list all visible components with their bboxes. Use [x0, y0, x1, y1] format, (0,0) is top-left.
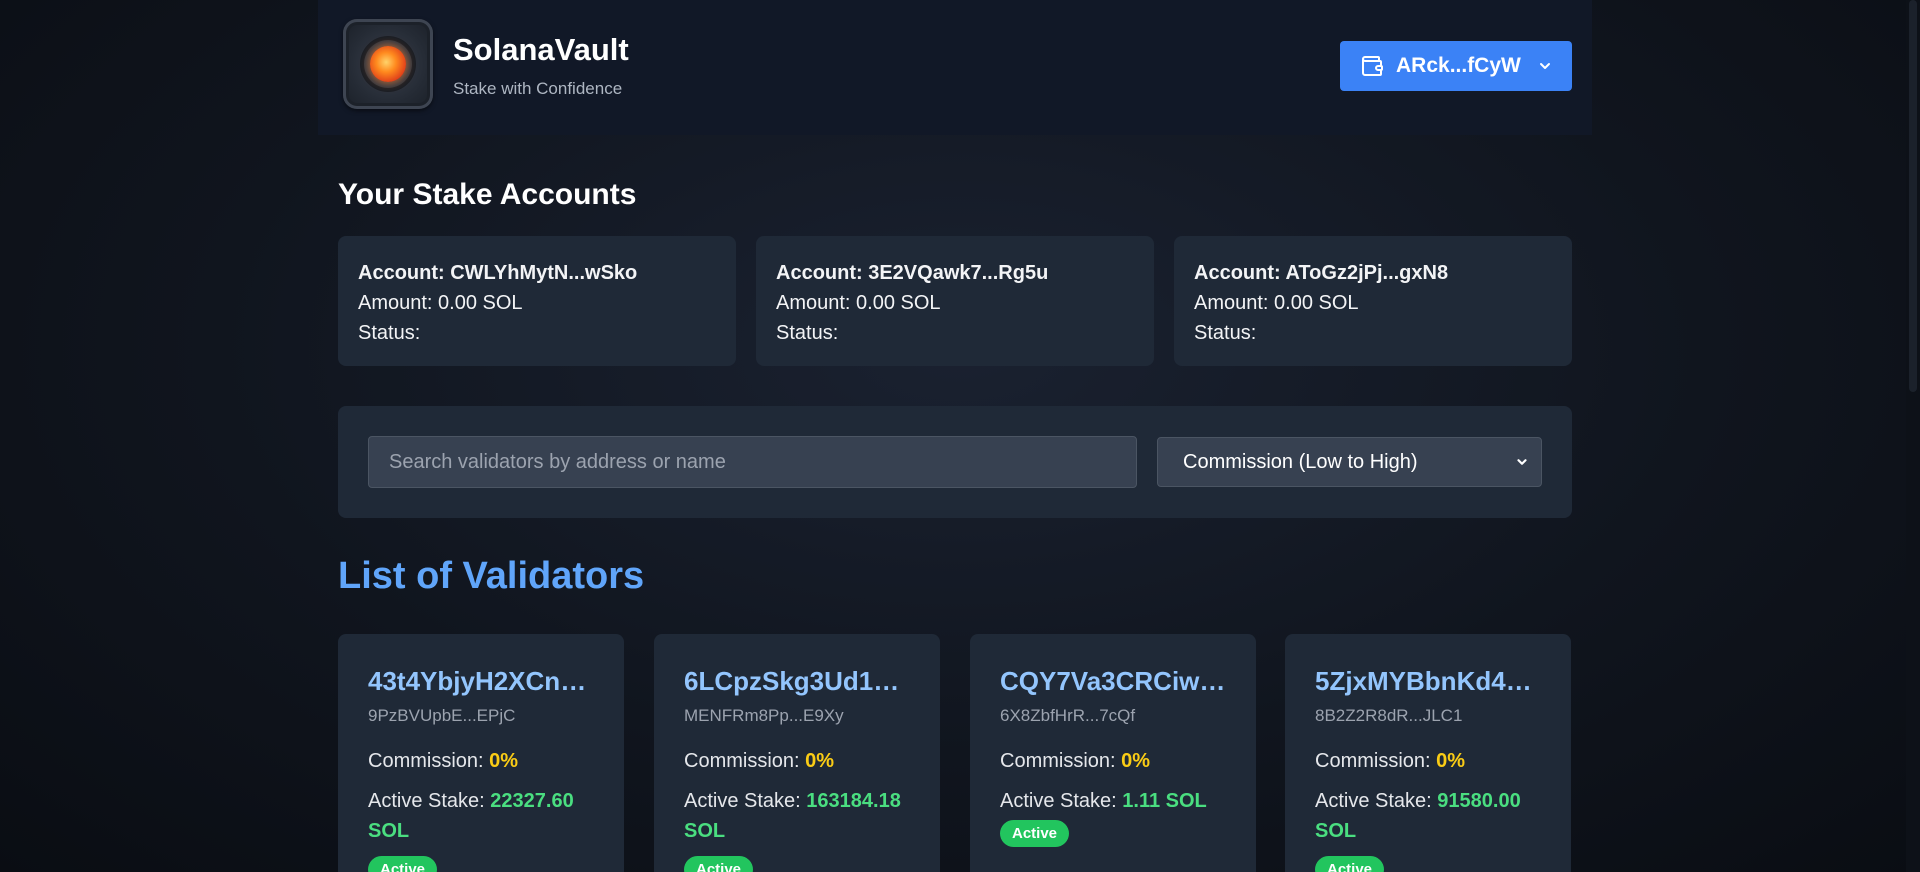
validator-vote-account: 8B2Z2R8dR...JLC1	[1315, 706, 1463, 725]
stake-account-card: Account: 3E2VQawk7...Rg5u Amount: 0.00 S…	[756, 236, 1154, 366]
app-title: SolanaVault	[453, 32, 629, 67]
validator-search-input[interactable]	[368, 436, 1137, 488]
validator-name[interactable]: 6LCpzSkg3Ud1PJdrqtfNz	[684, 664, 910, 698]
sort-selected-value: Commission (Low to High)	[1183, 450, 1418, 473]
chevron-down-icon	[1517, 459, 1527, 465]
validator-vote-account: 9PzBVUpbE...EPjC	[368, 706, 516, 725]
sort-select[interactable]: Commission (Low to High)	[1157, 437, 1542, 487]
wallet-icon	[1362, 56, 1383, 76]
validator-name[interactable]: 5ZjxMYBbnKd4nTvGh1Lc	[1315, 664, 1541, 698]
validator-vote-account: 6X8ZbfHrR...7cQf	[1000, 706, 1136, 725]
stake-account-amount: Amount: 0.00 SOL	[1194, 292, 1359, 314]
header: SolanaVault Stake with Confidence ARck..…	[318, 0, 1592, 135]
stake-account-address: Account: 3E2VQawk7...Rg5u	[776, 262, 1049, 284]
status-badge: Active	[684, 856, 754, 872]
scrollbar-thumb[interactable]	[1909, 0, 1917, 392]
status-badge: Active	[1315, 856, 1385, 872]
validator-commission: Commission: 0%	[1315, 750, 1466, 772]
validator-card[interactable]: 5ZjxMYBbnKd4nTvGh1Lc 8B2Z2R8dR...JLC1 Co…	[1285, 634, 1571, 872]
stake-account-card: Account: AToGz2jPj...gxN8 Amount: 0.00 S…	[1174, 236, 1572, 366]
stake-account-status: Status:	[1194, 322, 1257, 344]
validator-commission: Commission: 0%	[368, 750, 519, 772]
validator-commission: Commission: 0%	[684, 750, 835, 772]
validator-vote-account: MENFRm8Pp...E9Xy	[684, 706, 844, 725]
validator-commission: Commission: 0%	[1000, 750, 1151, 772]
stake-account-amount: Amount: 0.00 SOL	[776, 292, 941, 314]
chevron-down-icon	[1539, 63, 1550, 69]
stake-account-address: Account: CWLYhMytN...wSko	[358, 262, 638, 284]
stake-accounts-title: Your Stake Accounts	[338, 178, 637, 211]
stake-account-address: Account: AToGz2jPj...gxN8	[1194, 262, 1449, 284]
stake-account-status: Status:	[776, 322, 839, 344]
validators-title: List of Validators	[338, 555, 645, 597]
validator-card[interactable]: 43t4YbjyH2XCnZqhF9zkk 9PzBVUpbE...EPjC C…	[338, 634, 624, 872]
stake-account-status: Status:	[358, 322, 421, 344]
scrollbar[interactable]	[1906, 0, 1920, 872]
validator-name[interactable]: CQY7Va3CRCiwSXn2pP5b	[1000, 664, 1226, 698]
page: SolanaVault Stake with Confidence ARck..…	[0, 0, 1920, 872]
status-badge: Active	[368, 856, 438, 872]
logo-icon	[343, 19, 433, 109]
wallet-button[interactable]: ARck...fCyW	[1340, 41, 1572, 91]
status-badge: Active	[1000, 820, 1070, 847]
validator-card[interactable]: 6LCpzSkg3Ud1PJdrqtfNz MENFRm8Pp...E9Xy C…	[654, 634, 940, 872]
validator-active-stake: Active Stake: 1.11 SOL	[1000, 790, 1207, 812]
validator-name[interactable]: 43t4YbjyH2XCnZqhF9zkk	[368, 664, 594, 698]
validator-active-stake: Active Stake: 91580.00 SOL	[1315, 790, 1521, 842]
app-subtitle: Stake with Confidence	[453, 79, 623, 98]
validator-active-stake: Active Stake: 22327.60 SOL	[368, 790, 574, 842]
validator-card[interactable]: CQY7Va3CRCiwSXn2pP5b 6X8ZbfHrR...7cQf Co…	[970, 634, 1256, 872]
filter-panel: Commission (Low to High)	[338, 406, 1572, 518]
stake-account-amount: Amount: 0.00 SOL	[358, 292, 523, 314]
wallet-address: ARck...fCyW	[1396, 54, 1521, 77]
validator-active-stake: Active Stake: 163184.18 SOL	[684, 790, 901, 842]
stake-account-card: Account: CWLYhMytN...wSko Amount: 0.00 S…	[338, 236, 736, 366]
